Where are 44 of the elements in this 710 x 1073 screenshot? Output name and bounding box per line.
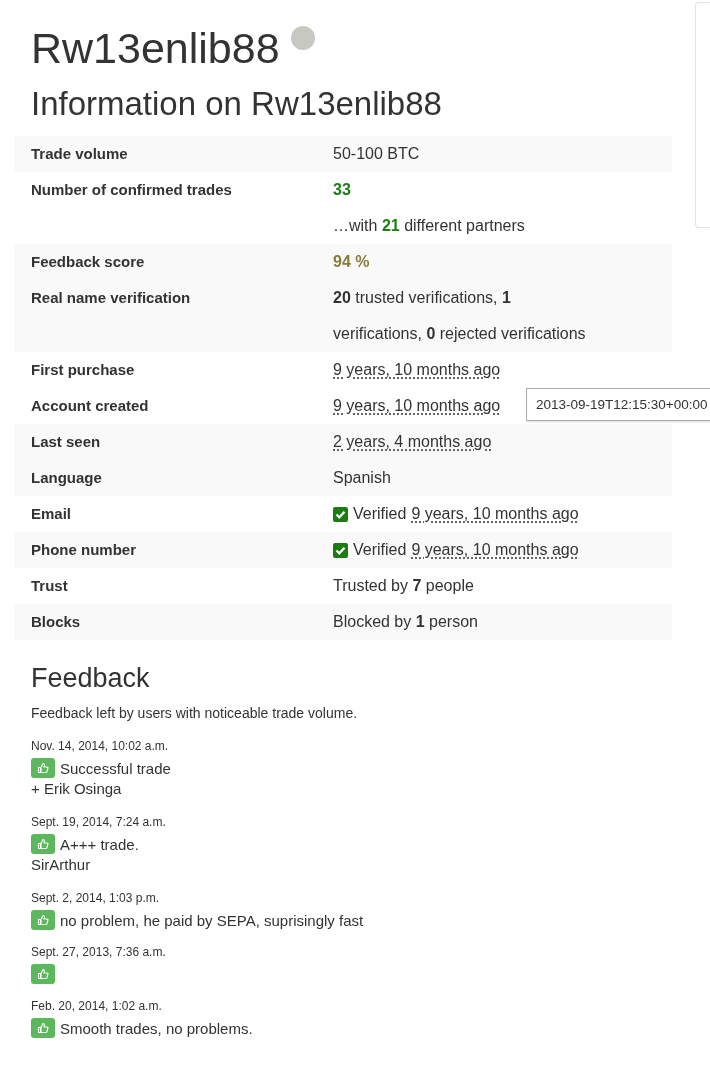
relative-time: 9 years, 10 months ago: [333, 397, 501, 414]
feedback-date: Sept. 27, 2013, 7:36 a.m.: [31, 944, 167, 960]
relative-time: 2 years, 4 months ago: [333, 433, 492, 450]
username-title: Rw13enlib88: [31, 23, 280, 74]
field-value: 94 %: [333, 252, 371, 272]
feedback-author: + Erik Osinga: [31, 779, 123, 799]
field-label: First purchase: [31, 360, 136, 380]
relative-time: 9 years, 10 months ago: [411, 504, 579, 524]
field-value: 50-100 BTC: [333, 144, 421, 164]
field-label: Real name verification: [31, 288, 192, 308]
feedback-comment: no problem, he paid by SEPA, suprisingly fast: [60, 910, 364, 930]
status-text: Verified: [353, 540, 407, 560]
feedback-date: Sept. 19, 2014, 7:24 a.m.: [31, 814, 167, 830]
field-value: Blocked by 1 person: [333, 612, 479, 632]
field-label: Trade volume: [31, 144, 129, 164]
feedback-comment: Successful trade: [60, 758, 171, 778]
relative-time: 9 years, 10 months ago: [333, 361, 501, 378]
feedback-comment: A+++ trade.: [60, 834, 139, 854]
field-label: Blocks: [31, 612, 82, 632]
feedback-comment: Smooth trades, no problems.: [60, 1018, 253, 1038]
field-label: Trust: [31, 576, 69, 596]
relative-time: 9 years, 10 months ago: [411, 540, 579, 560]
field-label: Phone number: [31, 540, 137, 560]
field-value: verifications, 0 rejected verifications: [333, 324, 587, 344]
field-value: Spanish: [333, 468, 392, 488]
field-value: …with 21 different partners: [333, 216, 526, 236]
feedback-author: SirArthur: [31, 855, 92, 875]
field-value: 20 trusted verifications, 1: [333, 288, 512, 308]
field-label: Number of confirmed trades: [31, 180, 233, 200]
field-value: 33: [333, 180, 352, 200]
field-label: Email: [31, 504, 73, 524]
section-description: Feedback left by users with noticeable trade volume.: [31, 704, 359, 722]
field-label: Last seen: [31, 432, 102, 452]
field-label: Language: [31, 468, 103, 488]
field-label: Feedback score: [31, 252, 146, 272]
field-value: Trusted by 7 people: [333, 576, 475, 596]
field-label: Account created: [31, 396, 150, 416]
tooltip: 2013-09-19T12:15:30+00:00: [526, 388, 710, 421]
section-heading: Information on Rw13enlib88: [31, 84, 443, 124]
feedback-date: Feb. 20, 2014, 1:02 a.m.: [31, 998, 163, 1014]
feedback-date: Sept. 2, 2014, 1:03 p.m.: [31, 890, 161, 906]
section-heading: Feedback: [31, 662, 151, 694]
feedback-date: Nov. 14, 2014, 10:02 a.m.: [31, 738, 170, 754]
status-text: Verified: [353, 504, 407, 524]
